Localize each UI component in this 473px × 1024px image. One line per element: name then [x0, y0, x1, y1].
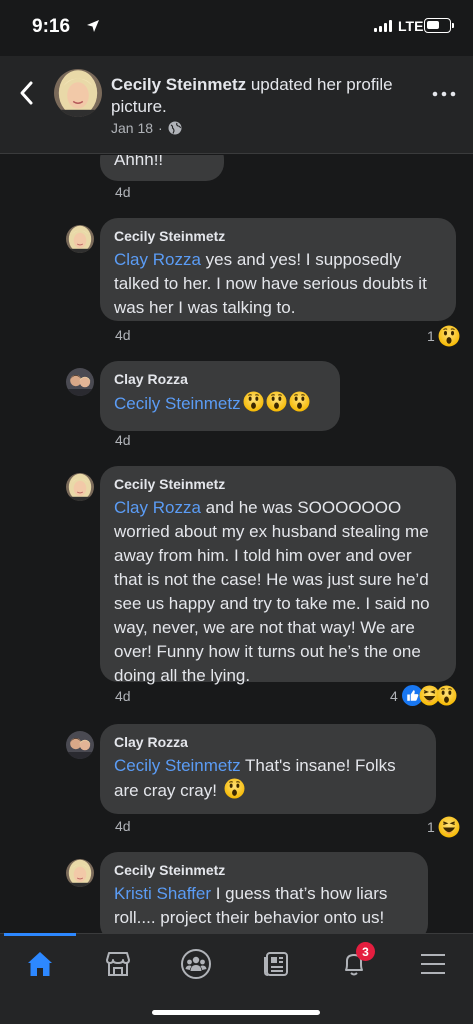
commenter-name[interactable]: Cecily Steinmetz: [114, 228, 442, 244]
commenter-name[interactable]: Cecily Steinmetz: [114, 862, 414, 878]
mention-link[interactable]: Clay Rozza: [114, 250, 201, 269]
astonished-emoji-icon: [224, 778, 245, 799]
commenter-avatar[interactable]: [66, 368, 94, 396]
commenter-avatar[interactable]: [66, 225, 94, 253]
tab-marketplace[interactable]: [98, 944, 138, 984]
comment-text: Cecily Steinmetz: [114, 391, 326, 416]
commenter-name[interactable]: Cecily Steinmetz: [114, 476, 442, 492]
comment-bubble[interactable]: Ahhh!!: [100, 155, 224, 181]
marketplace-icon: [106, 952, 130, 976]
active-tab-indicator: [4, 933, 76, 936]
comment-reactions[interactable]: 1: [427, 816, 460, 838]
groups-icon: [181, 949, 211, 979]
tab-news[interactable]: [256, 944, 296, 984]
more-options-icon[interactable]: [430, 89, 458, 99]
mention-link[interactable]: Cecily Steinmetz: [114, 394, 241, 413]
comment-list[interactable]: Ahhh!! 4d Cecily Steinmetz Clay Rozza ye…: [0, 155, 473, 933]
comment-time[interactable]: 4d: [115, 432, 131, 448]
notification-badge: 3: [356, 942, 375, 961]
reaction-count: 1: [427, 328, 435, 344]
post-meta: Jan 18 ·: [111, 120, 182, 136]
post-date: Jan 18: [111, 120, 154, 136]
status-bar: 9:16 LTE: [0, 0, 473, 56]
tab-menu[interactable]: [413, 944, 453, 984]
comment-text: Cecily Steinmetz That's insane! Folks ar…: [114, 756, 396, 800]
comment-time[interactable]: 4d: [115, 184, 131, 200]
commenter-name[interactable]: Clay Rozza: [114, 734, 422, 750]
astonished-emoji-icon: [243, 391, 264, 412]
commenter-avatar[interactable]: [66, 731, 94, 759]
wow-reaction-icon: [438, 325, 460, 347]
cellular-signal-icon: [374, 20, 392, 32]
menu-icon: [421, 954, 445, 974]
comment-text: Clay Rozza yes and yes! I supposedly tal…: [114, 250, 427, 317]
commenter-name[interactable]: Clay Rozza: [114, 371, 326, 387]
comment-reactions[interactable]: 4: [390, 685, 457, 706]
status-time: 9:16: [32, 16, 71, 37]
tab-notifications[interactable]: 3: [334, 942, 375, 984]
mention-link[interactable]: Clay Rozza: [114, 498, 201, 517]
home-indicator: [152, 1010, 320, 1015]
reaction-count: 4: [390, 687, 398, 704]
author-name[interactable]: Cecily Steinmetz: [111, 75, 246, 94]
comment-text: Kristi Shaffer I guess that’s how liars …: [114, 884, 388, 927]
comment-text: Clay Rozza and he was SOOOOOOO worried a…: [114, 498, 430, 685]
location-arrow-icon: [87, 20, 99, 32]
comment-bubble[interactable]: Clay Rozza Cecily Steinmetz: [100, 361, 340, 431]
commenter-avatar[interactable]: [66, 473, 94, 501]
post-header: Cecily Steinmetz updated her profile pic…: [0, 56, 473, 154]
back-chevron-icon[interactable]: [16, 78, 38, 108]
news-icon: [264, 952, 288, 976]
mention-link[interactable]: Kristi Shaffer: [114, 884, 211, 903]
comment-reactions[interactable]: 1: [427, 325, 460, 347]
commenter-avatar[interactable]: [66, 859, 94, 887]
comment-text: Ahhh!!: [114, 155, 164, 169]
comment-bubble[interactable]: Cecily Steinmetz Kristi Shaffer I guess …: [100, 852, 428, 933]
tab-home[interactable]: [20, 944, 60, 984]
wow-reaction-icon: [436, 685, 457, 706]
comment-time[interactable]: 4d: [115, 327, 131, 343]
reaction-count: 1: [427, 819, 435, 835]
comment-time[interactable]: 4d: [115, 688, 131, 704]
haha-reaction-icon: [438, 816, 460, 838]
comment-bubble[interactable]: Cecily Steinmetz Clay Rozza and he was S…: [100, 466, 456, 685]
battery-icon: [424, 18, 454, 33]
astonished-emoji-icon: [266, 391, 287, 412]
comment-bubble[interactable]: Cecily Steinmetz Clay Rozza yes and yes!…: [100, 218, 456, 321]
post-title: Cecily Steinmetz updated her profile pic…: [111, 74, 411, 118]
globe-icon: [168, 121, 182, 135]
mention-link[interactable]: Cecily Steinmetz: [114, 756, 241, 775]
home-icon: [28, 952, 52, 976]
astonished-emoji-icon: [289, 391, 310, 412]
comment-bubble[interactable]: Clay Rozza Cecily Steinmetz That's insan…: [100, 724, 436, 814]
author-avatar[interactable]: [54, 69, 102, 117]
tab-groups[interactable]: [176, 944, 216, 984]
network-type: LTE: [398, 18, 424, 34]
comment-time[interactable]: 4d: [115, 818, 131, 834]
